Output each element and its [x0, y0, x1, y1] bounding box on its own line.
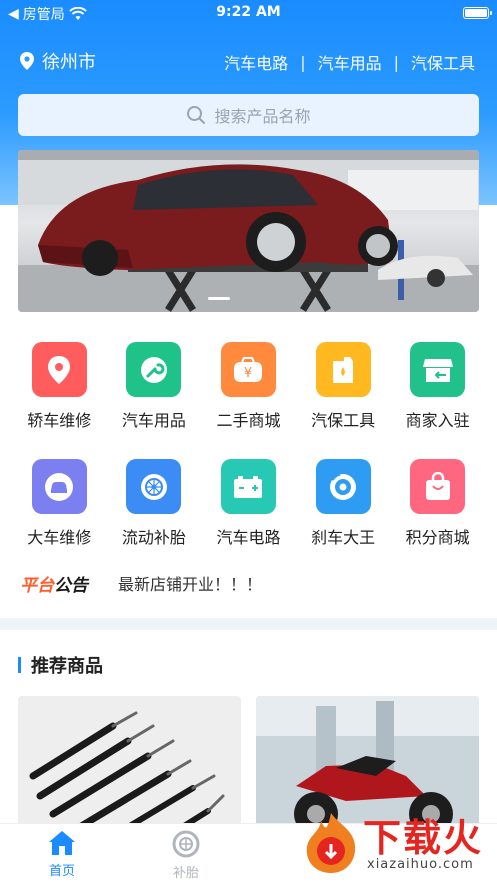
status-time: 9:22 AM [216, 4, 281, 20]
carousel-dot-active[interactable] [208, 297, 230, 300]
tire-icon [126, 459, 182, 514]
product-card-gas-struts[interactable] [18, 696, 241, 836]
quick-link-auto-supplies[interactable]: 汽车用品 [318, 50, 382, 74]
category-label: 轿车维修 [27, 411, 92, 430]
notice-text: 最新店铺开业！！！ [118, 575, 263, 594]
battery-icon [463, 7, 492, 19]
promo-banner[interactable] [18, 150, 479, 312]
category-label: 刹车大王 [311, 528, 376, 547]
shopping-bag-icon [410, 459, 466, 514]
battery-icon [220, 459, 276, 514]
platform-notice[interactable]: 平台公告 最新店铺开业！！！ [18, 566, 479, 600]
category-auto-circuit[interactable]: 汽车电路 [201, 459, 296, 548]
category-sedan-repair[interactable]: 轿车维修 [12, 342, 107, 431]
car-icon [31, 459, 87, 514]
city-label: 徐州市 [42, 52, 96, 73]
quick-link-auto-circuit[interactable]: 汽车电路 [224, 50, 288, 74]
search-icon [187, 106, 206, 124]
category-label: 积分商城 [405, 528, 470, 547]
brake-disc-icon [315, 459, 371, 514]
notice-tag: 平台公告 [18, 569, 102, 598]
tab-home[interactable]: 首页 [22, 830, 102, 879]
category-points-mall[interactable]: 积分商城 [390, 459, 485, 548]
svg-text:¥: ¥ [244, 366, 252, 381]
search-bar[interactable]: 搜索产品名称 [18, 94, 479, 136]
category-label: 汽保工具 [311, 411, 376, 430]
tire-icon [172, 830, 200, 858]
category-mobile-tire-repair[interactable]: 流动补胎 [107, 459, 202, 548]
watermark-brand: 下载火 [363, 816, 484, 860]
category-label: 汽车用品 [121, 411, 186, 430]
category-label: 二手商城 [216, 411, 281, 430]
watermark-domain: xiazaihuo.com [367, 857, 474, 872]
store-icon [410, 342, 466, 397]
yen-bag-icon: ¥ [220, 342, 276, 397]
category-label: 流动补胎 [121, 528, 186, 547]
site-watermark: 下载火 xiazaihuo.com [301, 807, 491, 879]
category-maintenance-tools[interactable]: 汽保工具 [296, 342, 391, 431]
oil-can-icon [315, 342, 371, 397]
status-bar: ◀ 房管局 9:22 AM [0, 0, 497, 26]
divider: | [300, 52, 306, 72]
app-screen: ◀ 房管局 9:22 AM 徐州市 汽车电路 | 汽车用品 | 汽保工具 搜索产… [0, 0, 497, 883]
category-second-hand-mall[interactable]: ¥ 二手商城 [201, 342, 296, 431]
section-title: 推荐商品 [18, 652, 103, 678]
banner-image [18, 150, 479, 312]
tab-home-label: 首页 [48, 864, 75, 879]
category-label: 汽车电路 [216, 528, 281, 547]
tab-tire[interactable]: 补胎 [146, 830, 226, 881]
section-title-text: 推荐商品 [31, 656, 103, 677]
divider: | [393, 52, 399, 72]
quick-link-maintenance-tools[interactable]: 汽保工具 [411, 50, 475, 74]
tab-tire-label: 补胎 [172, 866, 199, 881]
category-auto-supplies[interactable]: 汽车用品 [107, 342, 202, 431]
category-brake-king[interactable]: 刹车大王 [296, 459, 391, 548]
category-label: 商家入驻 [405, 411, 470, 430]
category-merchant-join[interactable]: 商家入驻 [390, 342, 485, 431]
title-accent-bar [18, 657, 21, 673]
recommended-section: 推荐商品 [0, 630, 497, 836]
location-pin-icon [31, 342, 87, 397]
home-icon [49, 831, 75, 855]
location-selector[interactable]: 徐州市 [20, 48, 96, 74]
flame-logo-icon [306, 813, 356, 873]
location-pin-icon [20, 52, 34, 70]
category-truck-repair[interactable]: 大车维修 [12, 459, 107, 548]
top-bar: 徐州市 汽车电路 | 汽车用品 | 汽保工具 [0, 44, 497, 76]
search-placeholder: 搜索产品名称 [214, 107, 311, 126]
product-image-gas-struts [18, 696, 241, 836]
category-label: 大车维修 [27, 528, 92, 547]
quick-links: 汽车电路 | 汽车用品 | 汽保工具 [224, 50, 475, 74]
category-grid: 轿车维修 汽车用品 ¥ 二手商城 汽保工具 商家入驻 大车维修 流动补胎 汽车电… [12, 342, 485, 548]
wrench-icon [126, 342, 182, 397]
